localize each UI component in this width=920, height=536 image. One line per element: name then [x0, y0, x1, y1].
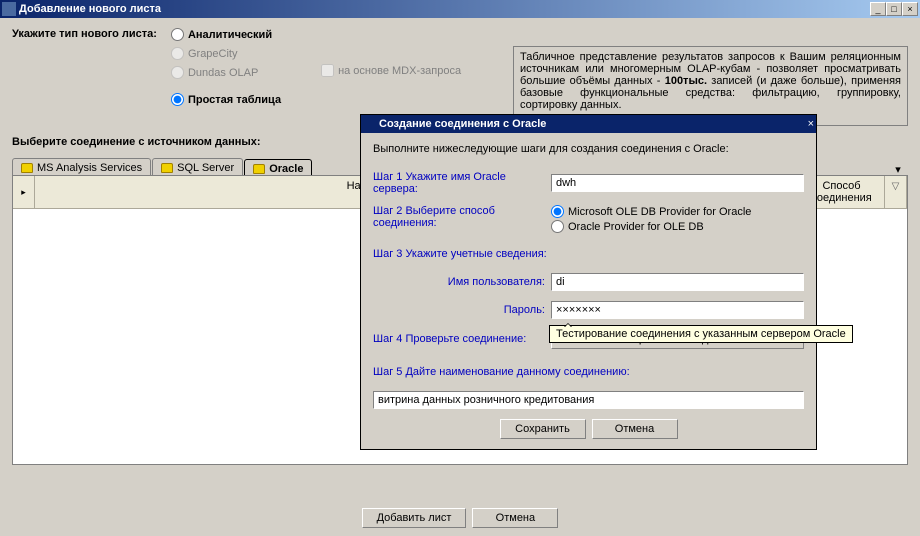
- password-label: Пароль:: [373, 304, 551, 316]
- database-icon: [161, 163, 173, 173]
- mdx-checkbox-label: на основе MDX-запроса: [338, 65, 461, 77]
- username-label: Имя пользователя:: [373, 276, 551, 288]
- radio-analytical[interactable]: Аналитический: [171, 28, 281, 41]
- radio-dundas-input: [171, 66, 184, 79]
- sheet-type-label: Укажите тип нового листа:: [12, 28, 157, 40]
- radio-provider-ora-input[interactable]: [551, 220, 564, 233]
- username-input[interactable]: [551, 273, 804, 291]
- minimize-button[interactable]: _: [870, 2, 886, 16]
- mdx-checkbox-input: [321, 64, 334, 77]
- save-button[interactable]: Сохранить: [500, 419, 586, 439]
- grid-col-method-label: Способ соединения: [811, 180, 872, 204]
- window-title: Добавление нового листа: [19, 3, 870, 15]
- grid-filter[interactable]: ▽: [885, 176, 907, 208]
- radio-grapecity[interactable]: GrapeCity: [171, 47, 281, 60]
- tab-sql-server[interactable]: SQL Server: [152, 158, 243, 176]
- tab-ms-analysis-label: MS Analysis Services: [37, 162, 142, 174]
- connection-name-input[interactable]: [373, 391, 804, 409]
- step5-label: Шаг 5 Дайте наименование данному соедине…: [373, 366, 630, 378]
- radio-simple-table-label: Простая таблица: [188, 94, 281, 106]
- test-connection-tooltip: Тестирование соединения с указанным серв…: [549, 325, 853, 343]
- radio-provider-ms-label: Microsoft OLE DB Provider for Oracle: [568, 206, 751, 218]
- filter-icon: ▽: [892, 181, 900, 192]
- tab-ms-analysis[interactable]: MS Analysis Services: [12, 158, 151, 176]
- close-button[interactable]: ×: [902, 2, 918, 16]
- bottom-cancel-button[interactable]: Отмена: [472, 508, 558, 528]
- step2-label: Шаг 2 Выберите способ соединения:: [373, 205, 551, 229]
- oracle-connection-modal: Создание соединения с Oracle × Выполните…: [360, 114, 817, 450]
- step3-label: Шаг 3 Укажите учетные сведения:: [373, 248, 551, 260]
- add-sheet-button[interactable]: Добавить лист: [362, 508, 467, 528]
- cursor-icon: ▸: [21, 187, 26, 198]
- radio-provider-ms[interactable]: Microsoft OLE DB Provider for Oracle: [551, 205, 804, 218]
- bottom-buttons: Добавить лист Отмена: [0, 508, 920, 528]
- step1-label: Шаг 1 Укажите имя Oracle сервера:: [373, 171, 551, 195]
- radio-analytical-input[interactable]: [171, 28, 184, 41]
- server-input[interactable]: [551, 174, 804, 192]
- radio-provider-ora-label: Oracle Provider for OLE DB: [568, 221, 704, 233]
- radio-grapecity-input: [171, 47, 184, 60]
- modal-intro: Выполните нижеследующие шаги для создани…: [373, 143, 804, 155]
- description-bold: 100тыс.: [665, 75, 707, 87]
- app-icon: [2, 2, 16, 16]
- password-input[interactable]: [551, 301, 804, 319]
- modal-cancel-button[interactable]: Отмена: [592, 419, 678, 439]
- database-icon: [21, 163, 33, 173]
- tab-oracle-label: Oracle: [269, 163, 303, 175]
- radio-dundas-label: Dundas OLAP: [188, 67, 258, 79]
- mdx-checkbox: на основе MDX-запроса: [321, 64, 461, 77]
- radio-simple-table[interactable]: Простая таблица: [171, 93, 281, 106]
- tab-sql-server-label: SQL Server: [177, 162, 234, 174]
- modal-titlebar: Создание соединения с Oracle ×: [361, 115, 816, 133]
- radio-provider-ms-input[interactable]: [551, 205, 564, 218]
- modal-title: Создание соединения с Oracle: [379, 118, 808, 130]
- radio-provider-ora[interactable]: Oracle Provider for OLE DB: [551, 220, 804, 233]
- step4-label: Шаг 4 Проверьте соединение:: [373, 333, 551, 345]
- radio-analytical-label: Аналитический: [188, 29, 272, 41]
- maximize-button[interactable]: □: [886, 2, 902, 16]
- modal-close-button[interactable]: ×: [808, 118, 814, 130]
- main-titlebar: Добавление нового листа _ □ ×: [0, 0, 920, 18]
- radio-dundas[interactable]: Dundas OLAP: [171, 66, 281, 79]
- grid-row-selector[interactable]: ▸: [13, 176, 35, 208]
- radio-simple-table-input[interactable]: [171, 93, 184, 106]
- database-icon: [363, 119, 375, 129]
- database-icon: [253, 164, 265, 174]
- main-window: Добавление нового листа _ □ × Укажите ти…: [0, 0, 920, 536]
- radio-grapecity-label: GrapeCity: [188, 48, 238, 60]
